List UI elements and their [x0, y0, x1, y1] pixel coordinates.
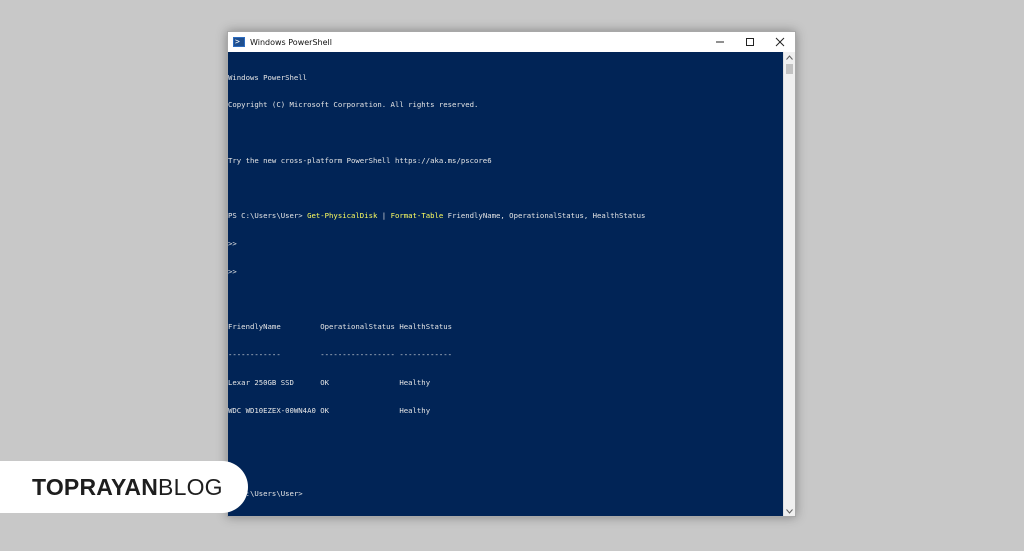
- table-row: WDC WD10EZEX-00WN4A0 OK Healthy: [228, 405, 431, 415]
- window-controls: [705, 32, 795, 52]
- close-button[interactable]: [765, 32, 795, 52]
- table-row: Lexar 250GB SSD OK Healthy: [228, 377, 431, 387]
- prompt: PS C:\Users\User>: [228, 488, 303, 498]
- maximize-button[interactable]: [735, 32, 765, 52]
- console-line: Windows PowerShell: [228, 72, 308, 82]
- window-title: Windows PowerShell: [250, 37, 332, 47]
- minimize-icon: [716, 41, 724, 43]
- prompt: PS C:\Users\User>: [228, 211, 308, 221]
- title-bar[interactable]: > Windows PowerShell: [228, 32, 795, 52]
- maximize-icon: [746, 38, 754, 46]
- chevron-up-icon: [786, 54, 793, 60]
- command-arguments: FriendlyName, OperationalStatus, HealthS…: [443, 211, 646, 221]
- table-underline: ------------ ----------------- ---------…: [228, 350, 453, 359]
- logo-bold-text: TOPRAYAN: [32, 473, 159, 500]
- command-line: PS C:\Users\User> Get-PhysicalDisk | For…: [228, 211, 645, 220]
- powershell-window: > Windows PowerShell Windows PowerShell …: [227, 31, 796, 517]
- scroll-up-button[interactable]: [784, 52, 795, 62]
- continuation-prompt: >>: [228, 239, 237, 248]
- table-header: FriendlyName OperationalStatus HealthSta…: [228, 322, 453, 332]
- cmdlet-get-physicaldisk: Get-PhysicalDisk: [307, 211, 378, 221]
- pipe-operator: |: [377, 211, 391, 221]
- console-line: Try the new cross-platform PowerShell ht…: [228, 155, 492, 165]
- continuation-prompt: >>: [228, 266, 237, 276]
- console-line: Copyright (C) Microsoft Corporation. All…: [228, 100, 479, 110]
- powershell-icon: >: [233, 37, 245, 47]
- logo-light-text: BLOG: [158, 473, 223, 500]
- cmdlet-format-table: Format-Table: [390, 211, 444, 221]
- close-icon: [775, 37, 785, 47]
- minimize-button[interactable]: [705, 32, 735, 52]
- scroll-down-button[interactable]: [784, 506, 795, 516]
- scroll-thumb[interactable]: [786, 64, 793, 74]
- console-output[interactable]: Windows PowerShell Copyright (C) Microso…: [228, 52, 783, 516]
- blog-logo-text: TOPRAYANBLOG: [32, 474, 223, 501]
- blog-logo-badge: TOPRAYANBLOG: [0, 461, 248, 513]
- vertical-scrollbar[interactable]: [783, 52, 795, 516]
- chevron-down-icon: [786, 508, 793, 514]
